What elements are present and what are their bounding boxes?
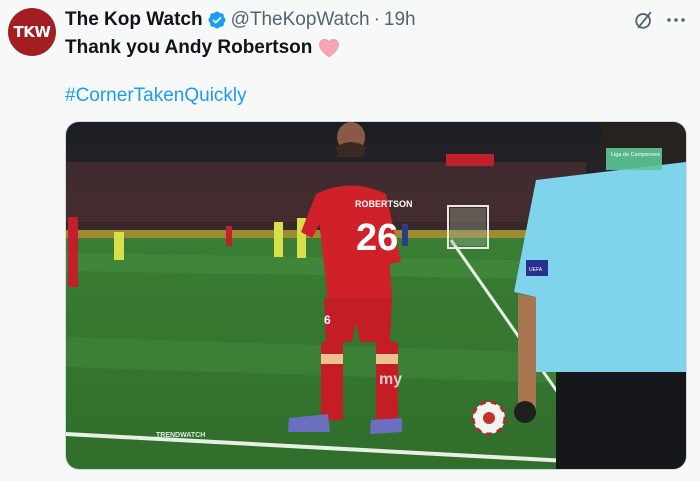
avatar[interactable]: TKW <box>8 8 56 56</box>
tweet-text: Thank you Andy Robertson <box>65 37 313 58</box>
tweet-media-photo[interactable]: ROBERTSON 26 6 my TRENDWATCH UEFA Liga d… <box>65 121 687 470</box>
jersey-number: 26 <box>356 217 398 259</box>
match-photo: ROBERTSON 26 6 my TRENDWATCH UEFA Liga d… <box>66 122 686 469</box>
timestamp[interactable]: 19h <box>384 8 416 32</box>
verified-badge-icon <box>208 11 226 29</box>
shorts-number: 6 <box>324 313 331 327</box>
pink-heart-icon <box>319 39 340 58</box>
hashtag-link[interactable]: #CornerTakenQuickly <box>65 84 247 108</box>
tweet-text-line: Thank you Andy Robertson <box>65 36 340 60</box>
grok-icon[interactable] <box>633 9 655 31</box>
avatar-text: TKW <box>13 23 51 41</box>
tweet-header: The Kop Watch @TheKopWatch · 19h <box>65 8 416 32</box>
sleeve-badge: UEFA <box>529 267 543 273</box>
display-name[interactable]: The Kop Watch <box>65 8 203 32</box>
jersey-name: ROBERTSON <box>355 199 413 209</box>
brand-mark: my <box>379 371 402 388</box>
separator-dot: · <box>373 9 380 30</box>
more-icon[interactable] <box>664 8 688 32</box>
armband-text: Liga de Campeones <box>611 152 660 158</box>
handle[interactable]: @TheKopWatch <box>231 8 370 32</box>
video-watermark: TRENDWATCH <box>156 432 205 439</box>
